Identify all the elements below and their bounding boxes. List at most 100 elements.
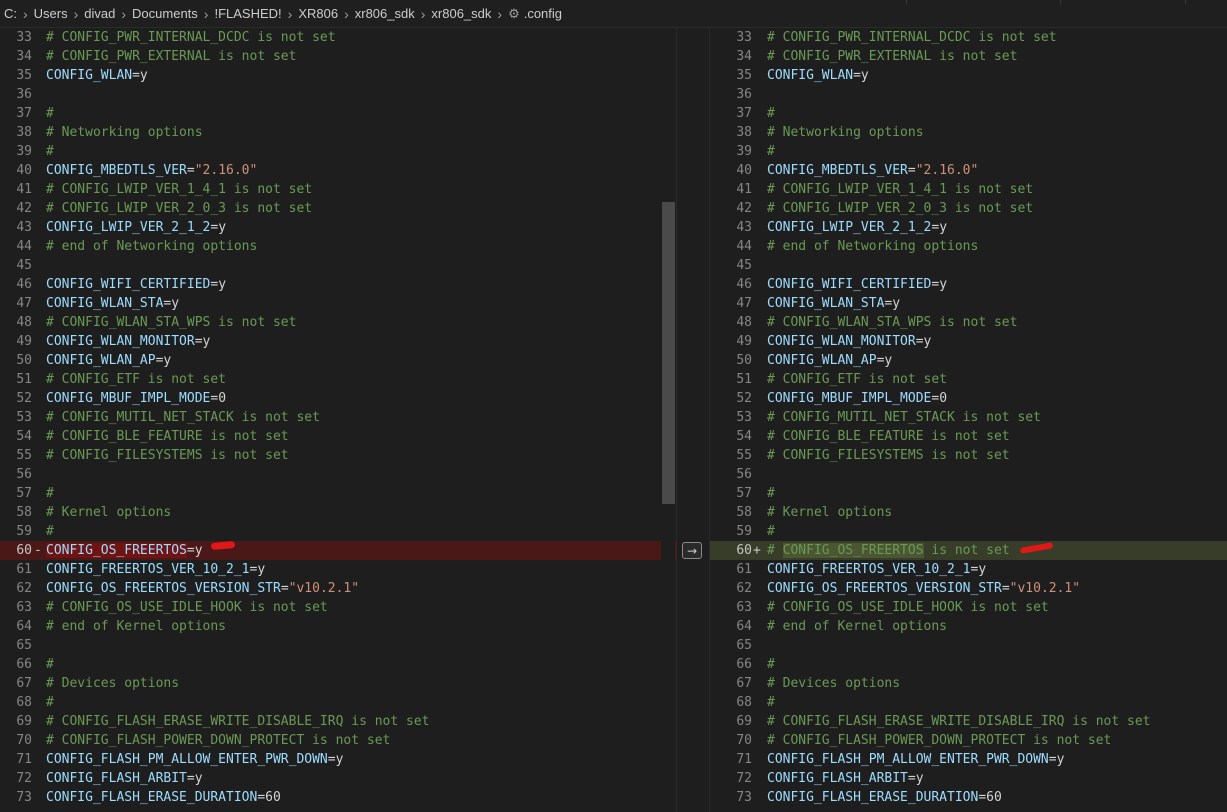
code-line[interactable]: 71 CONFIG_FLASH_PM_ALLOW_ENTER_PWR_DOWN=y [710, 750, 1227, 769]
code-line[interactable]: 70 # CONFIG_FLASH_POWER_DOWN_PROTECT is n… [710, 731, 1227, 750]
code-line[interactable]: 57 # [0, 484, 676, 503]
revert-change-button[interactable]: → [682, 542, 702, 559]
breadcrumb-documents[interactable]: Documents [132, 6, 198, 21]
code-line[interactable]: 35 CONFIG_WLAN=y [0, 66, 676, 85]
code-line[interactable]: 44 # end of Networking options [710, 237, 1227, 256]
code-line[interactable]: 69 # CONFIG_FLASH_ERASE_WRITE_DISABLE_IRQ… [0, 712, 676, 731]
code-line[interactable]: 45 [710, 256, 1227, 275]
diff-original-editor[interactable]: 33 # CONFIG_PWR_INTERNAL_DCDC is not set 3… [0, 28, 676, 812]
code-line[interactable]: 68 # [710, 693, 1227, 712]
code-line[interactable]: 65 [0, 636, 676, 655]
code-line[interactable]: 51 # CONFIG_ETF is not set [0, 370, 676, 389]
code-line[interactable]: 45 [0, 256, 676, 275]
code-line[interactable]: 42 # CONFIG_LWIP_VER_2_0_3 is not set [0, 199, 676, 218]
code-line[interactable]: 43 CONFIG_LWIP_VER_2_1_2=y [0, 218, 676, 237]
code-line[interactable]: 49 CONFIG_WLAN_MONITOR=y [0, 332, 676, 351]
code-line[interactable]: 33 # CONFIG_PWR_INTERNAL_DCDC is not set [710, 28, 1227, 47]
arrow-right-icon: → [686, 543, 698, 558]
code-line[interactable]: 52 CONFIG_MBUF_IMPL_MODE=0 [0, 389, 676, 408]
code-line[interactable]: 73 CONFIG_FLASH_ERASE_DURATION=60 [710, 788, 1227, 807]
code-line[interactable]: 33 # CONFIG_PWR_INTERNAL_DCDC is not set [0, 28, 676, 47]
code-line[interactable]: 62 CONFIG_OS_FREERTOS_VERSION_STR="v10.2.… [710, 579, 1227, 598]
code-line[interactable]: 64 # end of Kernel options [710, 617, 1227, 636]
code-line[interactable]: 48 # CONFIG_WLAN_STA_WPS is not set [710, 313, 1227, 332]
breadcrumb-flashed[interactable]: !FLASHED! [214, 6, 281, 21]
code-line[interactable]: 47 CONFIG_WLAN_STA=y [0, 294, 676, 313]
code-line[interactable]: 59 # [0, 522, 676, 541]
code-line[interactable]: 53 # CONFIG_MUTIL_NET_STACK is not set [0, 408, 676, 427]
code-line[interactable]: 41 # CONFIG_LWIP_VER_1_4_1 is not set [710, 180, 1227, 199]
code-line[interactable]: 56 [710, 465, 1227, 484]
breadcrumb-divad[interactable]: divad [84, 6, 115, 21]
code-line[interactable]: 57 # [710, 484, 1227, 503]
code-line[interactable]: 40 CONFIG_MBEDTLS_VER="2.16.0" [0, 161, 676, 180]
code-line[interactable]: 36 [0, 85, 676, 104]
code-line[interactable]: 38 # Networking options [0, 123, 676, 142]
code-line[interactable]: 55 # CONFIG_FILESYSTEMS is not set [710, 446, 1227, 465]
breadcrumb-xr806[interactable]: XR806 [298, 6, 338, 21]
code-line[interactable]: 62 CONFIG_OS_FREERTOS_VERSION_STR="v10.2.… [0, 579, 676, 598]
breadcrumb-xr806-sdk-inner[interactable]: xr806_sdk [431, 6, 491, 21]
code-text: # [46, 106, 54, 121]
code-line[interactable]: 59 # [710, 522, 1227, 541]
line-number: 68 [16, 695, 32, 710]
diff-line-removed[interactable]: 60- CONFIG_OS_FREERTOS=y [0, 541, 676, 560]
code-line[interactable]: 41 # CONFIG_LWIP_VER_1_4_1 is not set [0, 180, 676, 199]
breadcrumb-file[interactable]: .config [524, 6, 562, 21]
code-line[interactable]: 50 CONFIG_WLAN_AP=y [710, 351, 1227, 370]
code-line[interactable]: 37 # [0, 104, 676, 123]
code-line[interactable]: 54 # CONFIG_BLE_FEATURE is not set [0, 427, 676, 446]
code-line[interactable]: 64 # end of Kernel options [0, 617, 676, 636]
code-line[interactable]: 48 # CONFIG_WLAN_STA_WPS is not set [0, 313, 676, 332]
code-line[interactable]: 40 CONFIG_MBEDTLS_VER="2.16.0" [710, 161, 1227, 180]
code-line[interactable]: 47 CONFIG_WLAN_STA=y [710, 294, 1227, 313]
code-line[interactable]: 67 # Devices options [710, 674, 1227, 693]
code-line[interactable]: 42 # CONFIG_LWIP_VER_2_0_3 is not set [710, 199, 1227, 218]
code-line[interactable]: 66 # [710, 655, 1227, 674]
code-line[interactable]: 37 # [710, 104, 1227, 123]
diff-modified-editor[interactable]: 33 # CONFIG_PWR_INTERNAL_DCDC is not set 3… [710, 28, 1227, 812]
code-line[interactable]: 58 # Kernel options [710, 503, 1227, 522]
line-number: 46 [736, 277, 752, 292]
code-line[interactable]: 46 CONFIG_WIFI_CERTIFIED=y [0, 275, 676, 294]
code-line[interactable]: 54 # CONFIG_BLE_FEATURE is not set [710, 427, 1227, 446]
code-line[interactable]: 38 # Networking options [710, 123, 1227, 142]
code-line[interactable]: 72 CONFIG_FLASH_ARBIT=y [710, 769, 1227, 788]
code-line[interactable]: 44 # end of Networking options [0, 237, 676, 256]
scrollbar-thumb[interactable] [662, 202, 675, 504]
code-line[interactable]: 34 # CONFIG_PWR_EXTERNAL is not set [0, 47, 676, 66]
code-line[interactable]: 67 # Devices options [0, 674, 676, 693]
code-text: CONFIG_MBEDTLS_VER="2.16.0" [767, 163, 979, 178]
breadcrumb-users[interactable]: Users [34, 6, 68, 21]
code-line[interactable]: 39 # [710, 142, 1227, 161]
code-line[interactable]: 46 CONFIG_WIFI_CERTIFIED=y [710, 275, 1227, 294]
code-line[interactable]: 69 # CONFIG_FLASH_ERASE_WRITE_DISABLE_IRQ… [710, 712, 1227, 731]
code-line[interactable]: 61 CONFIG_FREERTOS_VER_10_2_1=y [710, 560, 1227, 579]
code-line[interactable]: 56 [0, 465, 676, 484]
code-line[interactable]: 53 # CONFIG_MUTIL_NET_STACK is not set [710, 408, 1227, 427]
code-line[interactable]: 34 # CONFIG_PWR_EXTERNAL is not set [710, 47, 1227, 66]
code-line[interactable]: 50 CONFIG_WLAN_AP=y [0, 351, 676, 370]
code-line[interactable]: 35 CONFIG_WLAN=y [710, 66, 1227, 85]
breadcrumb-drive[interactable]: C: [4, 6, 17, 21]
code-line[interactable]: 71 CONFIG_FLASH_PM_ALLOW_ENTER_PWR_DOWN=y [0, 750, 676, 769]
code-line[interactable]: 43 CONFIG_LWIP_VER_2_1_2=y [710, 218, 1227, 237]
code-line[interactable]: 65 [710, 636, 1227, 655]
code-line[interactable]: 73 CONFIG_FLASH_ERASE_DURATION=60 [0, 788, 676, 807]
code-line[interactable]: 52 CONFIG_MBUF_IMPL_MODE=0 [710, 389, 1227, 408]
diff-line-added[interactable]: 60 + # CONFIG_OS_FREERTOS is not set [710, 541, 1227, 560]
code-line[interactable]: 68 # [0, 693, 676, 712]
code-line[interactable]: 61 CONFIG_FREERTOS_VER_10_2_1=y [0, 560, 676, 579]
code-line[interactable]: 39 # [0, 142, 676, 161]
code-line[interactable]: 66 # [0, 655, 676, 674]
breadcrumb-xr806-sdk[interactable]: xr806_sdk [355, 6, 415, 21]
code-line[interactable]: 36 [710, 85, 1227, 104]
code-line[interactable]: 72 CONFIG_FLASH_ARBIT=y [0, 769, 676, 788]
code-line[interactable]: 55 # CONFIG_FILESYSTEMS is not set [0, 446, 676, 465]
code-line[interactable]: 58 # Kernel options [0, 503, 676, 522]
code-line[interactable]: 49 CONFIG_WLAN_MONITOR=y [710, 332, 1227, 351]
code-line[interactable]: 63 # CONFIG_OS_USE_IDLE_HOOK is not set [0, 598, 676, 617]
code-line[interactable]: 63 # CONFIG_OS_USE_IDLE_HOOK is not set [710, 598, 1227, 617]
code-line[interactable]: 70 # CONFIG_FLASH_POWER_DOWN_PROTECT is n… [0, 731, 676, 750]
code-line[interactable]: 51 # CONFIG_ETF is not set [710, 370, 1227, 389]
